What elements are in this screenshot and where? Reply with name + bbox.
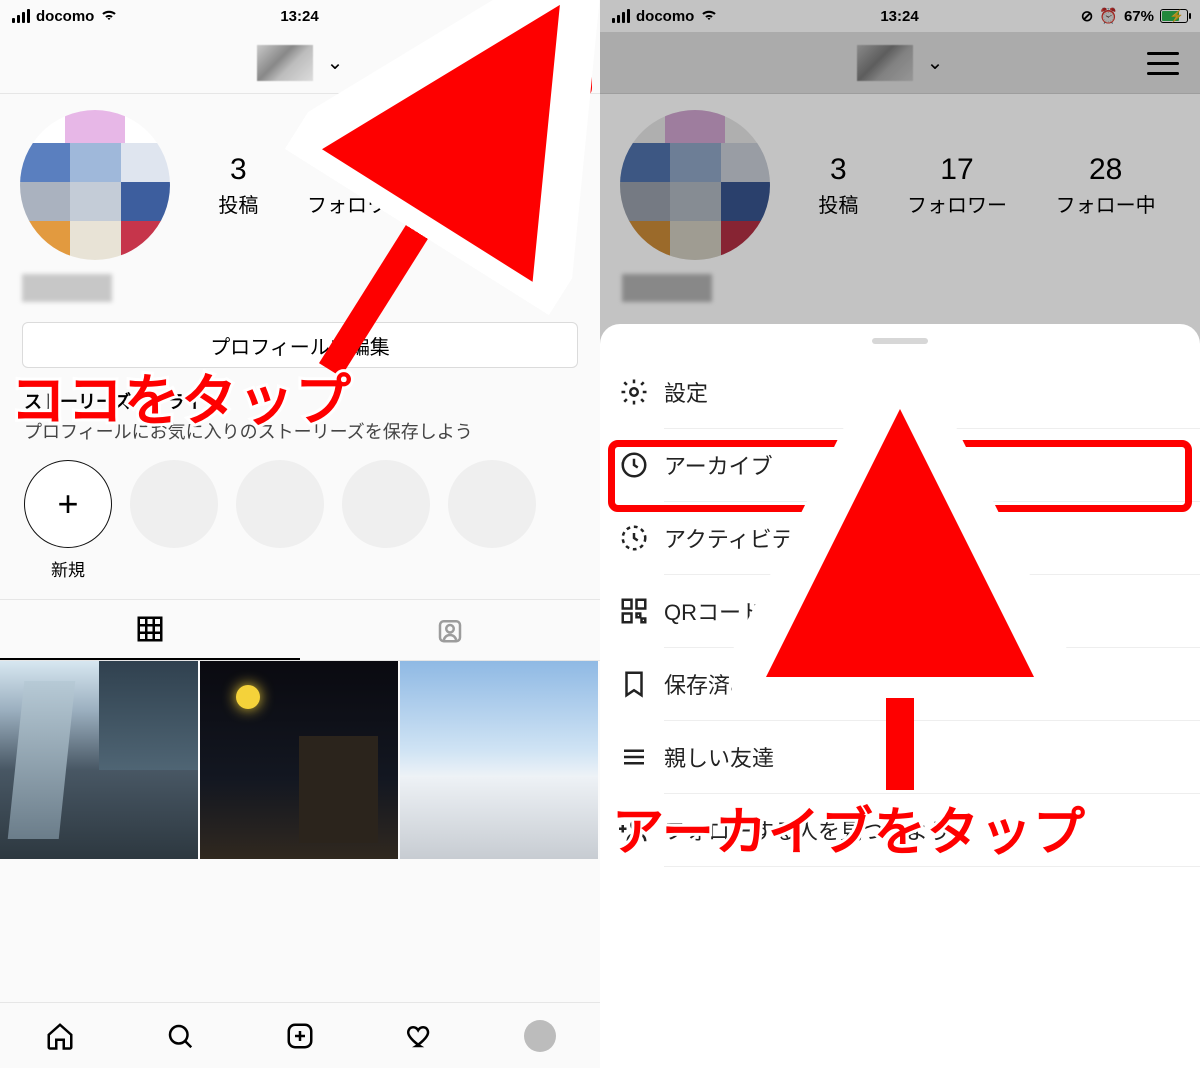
- menu-item-activity[interactable]: アクティビティ: [664, 502, 1200, 575]
- post-thumb[interactable]: [200, 661, 398, 859]
- menu-item-label: 保存済み: [664, 668, 752, 700]
- bottom-tab-bar: [0, 1002, 600, 1068]
- username-dropdown[interactable]: ⌄: [257, 45, 344, 81]
- bookmark-icon: [618, 668, 650, 700]
- profile-avatar-icon: [524, 1020, 556, 1052]
- highlight-placeholder: [130, 460, 218, 548]
- list-icon: [618, 741, 650, 773]
- battery-icon: ⚡: [560, 9, 588, 23]
- username-blurred: [257, 45, 313, 81]
- highlight-new-label: 新規: [24, 556, 112, 581]
- tagged-icon: [435, 615, 465, 645]
- plus-icon: +: [57, 483, 78, 525]
- stat-following[interactable]: フォロー中: [456, 153, 556, 218]
- gear-icon: [618, 376, 650, 408]
- post-grid: [0, 661, 600, 859]
- menu-item-label: 親しい友達: [664, 741, 774, 773]
- profile-nav-header: ⌄: [0, 32, 600, 94]
- signal-icon: [12, 9, 30, 23]
- highlights-row: + 新規: [0, 456, 600, 599]
- menu-button[interactable]: [544, 44, 582, 82]
- menu-item-label: アクティビティ: [664, 522, 814, 554]
- tab-search[interactable]: [163, 1019, 197, 1053]
- tab-new-post[interactable]: [283, 1019, 317, 1053]
- bio-area: [0, 268, 600, 312]
- menu-item-settings[interactable]: 設定: [664, 356, 1200, 429]
- left-screenshot: docomo 13:24 ⊘ ⏰ 67% ⚡ ⌄: [0, 0, 600, 1068]
- qr-icon: [618, 595, 650, 627]
- avatar[interactable]: [20, 110, 170, 260]
- edit-profile-button[interactable]: プロフィールを編集: [22, 322, 578, 368]
- orientation-lock-icon: ⊘: [481, 7, 494, 25]
- highlight-placeholder: [236, 460, 324, 548]
- carrier-label: docomo: [36, 8, 94, 25]
- stat-posts[interactable]: 3 投稿: [218, 153, 258, 218]
- heart-icon: [405, 1021, 435, 1051]
- chevron-down-icon: ⌄: [327, 50, 344, 75]
- status-time: 13:24: [280, 8, 318, 25]
- wifi-icon: [100, 7, 118, 25]
- highlight-placeholder: [342, 460, 430, 548]
- menu-item-saved[interactable]: 保存済み: [664, 648, 1200, 721]
- display-name-blurred: [22, 274, 112, 302]
- discover-people-icon: [618, 814, 650, 846]
- stat-followers[interactable]: 17 フォロワー: [307, 153, 407, 218]
- post-thumb[interactable]: [0, 661, 198, 859]
- edit-profile-label: プロフィールを編集: [210, 331, 390, 360]
- profile-header: 3 投稿 17 フォロワー フォロー中: [0, 94, 600, 268]
- home-icon: [45, 1021, 75, 1051]
- highlights-heading: ストーリーズハイライト: [0, 368, 600, 418]
- battery-pct: 67%: [524, 8, 554, 25]
- menu-item-archive[interactable]: アーカイブ: [664, 429, 1200, 502]
- menu-item-close-friends[interactable]: 親しい友達: [664, 721, 1200, 794]
- archive-icon: [618, 449, 650, 481]
- alarm-icon: ⏰: [499, 7, 518, 25]
- highlight-placeholder: [448, 460, 536, 548]
- grid-icon: [135, 614, 165, 644]
- menu-item-qr[interactable]: QRコード: [664, 575, 1200, 648]
- tab-activity[interactable]: [403, 1019, 437, 1053]
- content-tabs: [0, 599, 600, 661]
- menu-item-discover[interactable]: フォローする人を見つけよう: [664, 794, 1200, 867]
- post-thumb[interactable]: [400, 661, 598, 859]
- status-bar: docomo 13:24 ⊘ ⏰ 67% ⚡: [0, 0, 600, 32]
- highlight-new-button[interactable]: +: [24, 460, 112, 548]
- highlights-sub: プロフィールにお気に入りのストーリーズを保存しよう: [0, 418, 600, 456]
- menu-item-label: QRコード: [664, 595, 763, 627]
- tab-grid[interactable]: [0, 600, 300, 660]
- menu-item-label: 設定: [664, 376, 708, 408]
- menu-item-label: フォローする人を見つけよう: [664, 814, 950, 846]
- search-icon: [165, 1021, 195, 1051]
- tab-tagged[interactable]: [300, 600, 600, 660]
- menu-item-label: アーカイブ: [664, 449, 773, 481]
- new-post-icon: [285, 1021, 315, 1051]
- tab-home[interactable]: [43, 1019, 77, 1053]
- right-screenshot: docomo 13:24 ⊘ ⏰ 67% ⚡ ⌄: [600, 0, 1200, 1068]
- profile-stats: 3 投稿 17 フォロワー フォロー中: [194, 153, 580, 218]
- activity-icon: [618, 522, 650, 554]
- sheet-handle[interactable]: [872, 338, 928, 344]
- menu-sheet: 設定 アーカイブ アクティビティ QRコード 保存済み: [600, 324, 1200, 1068]
- tab-profile[interactable]: [523, 1019, 557, 1053]
